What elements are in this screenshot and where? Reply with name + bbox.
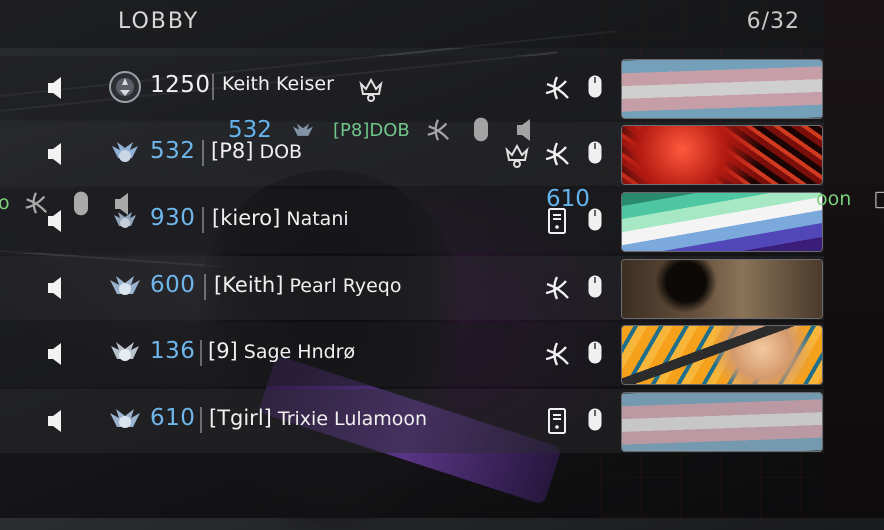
calling-card-horror-hallway[interactable] <box>621 259 823 319</box>
lobby-title: LOBBY <box>118 9 200 34</box>
battlenet-icon <box>545 142 569 166</box>
player-level: 1250 <box>150 72 211 98</box>
battlenet-icon <box>545 76 569 100</box>
mouse-input-icon <box>588 275 602 298</box>
player-level: 600 <box>150 272 196 298</box>
rank-badge-icon <box>112 142 138 162</box>
host-crown-icon <box>359 77 383 102</box>
speaker-icon[interactable] <box>46 141 66 167</box>
player-row[interactable]: 600 [Keith] Pearl Ryeqo <box>0 256 824 320</box>
background-right-edge <box>824 0 884 518</box>
calling-card-red-abstract[interactable] <box>621 125 823 185</box>
lobby-player-count: 6/32 <box>746 9 800 34</box>
ghost-speaker-icon <box>517 119 530 141</box>
ghost-mouse-icon <box>474 117 488 142</box>
calling-card-comic-soldier[interactable] <box>621 325 823 385</box>
player-name[interactable]: Keith Keiser <box>222 73 334 95</box>
player-level: 610 <box>150 405 196 431</box>
speaker-icon[interactable] <box>46 75 66 101</box>
separator <box>200 340 202 366</box>
battlenet-icon <box>545 276 569 300</box>
ghost-rank-badge-icon <box>293 123 313 136</box>
ghost-pc-tower-icon <box>875 191 884 209</box>
separator <box>212 74 214 100</box>
player-row[interactable]: 532 [P8] DOB <box>0 122 824 186</box>
speaker-icon[interactable] <box>46 275 66 301</box>
separator <box>200 407 202 433</box>
mouse-input-icon <box>588 408 602 431</box>
ghost-right-fragment: oon <box>816 188 852 210</box>
ghost-level: 532 <box>228 117 272 143</box>
ghost-battlenet-icon <box>427 119 450 141</box>
player-name[interactable]: [9] Sage Hndrø <box>208 339 355 363</box>
ghost-level-right: 610 <box>546 186 590 212</box>
speaker-icon[interactable] <box>46 341 66 367</box>
mouse-input-icon <box>588 341 602 364</box>
player-row[interactable]: 1250 Keith Keiser <box>0 56 824 120</box>
ghost-name: [P8]DOB <box>333 120 410 141</box>
player-row[interactable]: 136 [9] Sage Hndrø <box>0 322 824 386</box>
rank-badge-icon <box>110 276 140 295</box>
player-name[interactable]: [kiero] Natani <box>212 206 349 230</box>
player-level: 930 <box>150 205 196 231</box>
separator <box>204 274 206 300</box>
rank-badge-icon <box>109 71 141 103</box>
player-row[interactable]: 610 [Tgirl] Trixie Lulamoon <box>0 389 824 453</box>
lobby-header: LOBBY 6/32 <box>0 0 824 48</box>
player-level: 136 <box>150 338 196 364</box>
ghost-left-fragment: o <box>0 192 10 214</box>
separator <box>202 140 204 166</box>
rank-badge-icon <box>111 342 139 361</box>
rank-badge-icon <box>110 409 140 428</box>
player-level: 532 <box>150 138 196 164</box>
calling-card-gay-men-flag[interactable] <box>621 192 823 252</box>
separator <box>202 207 204 233</box>
calling-card-trans-flag[interactable] <box>621 392 823 452</box>
mouse-input-icon <box>588 75 602 98</box>
player-name[interactable]: [Tgirl] Trixie Lulamoon <box>209 406 427 430</box>
player-name[interactable]: [Keith] Pearl Ryeqo <box>214 273 402 297</box>
ghost-mouse-icon <box>74 191 88 216</box>
battlenet-icon <box>545 342 569 366</box>
lobby-panel: LOBBY 6/32 1250 Keith Keiser 532 [P8] DO… <box>0 0 824 455</box>
mouse-input-icon <box>588 141 602 164</box>
calling-card-trans-flag[interactable] <box>621 59 823 119</box>
ghost-speaker-icon <box>115 193 128 215</box>
speaker-icon[interactable] <box>46 408 66 434</box>
pc-tower-icon <box>548 408 566 434</box>
ghost-battlenet-icon <box>25 192 48 214</box>
